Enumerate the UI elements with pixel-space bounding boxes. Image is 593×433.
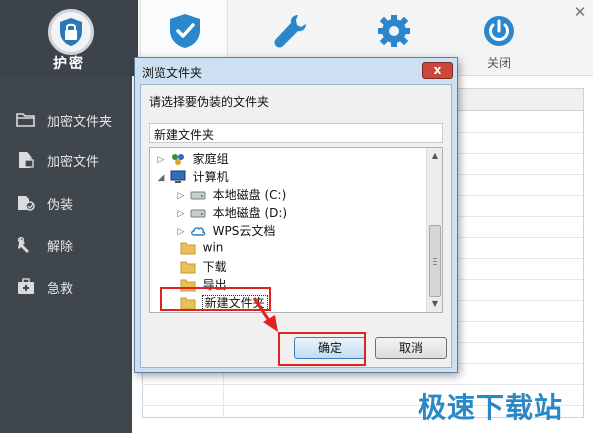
unlock-icon (16, 236, 36, 254)
highlight-ok-button (278, 332, 366, 366)
drive-icon (190, 188, 206, 202)
gear-icon (376, 12, 412, 53)
drive-icon (190, 206, 206, 220)
computer-icon (170, 170, 186, 184)
collapse-arrow-icon[interactable]: ◢ (156, 173, 166, 183)
scroll-up-arrow-icon[interactable]: ▲ (427, 148, 442, 164)
dialog-title: 浏览文件夹 (142, 66, 203, 80)
homegroup-icon (170, 152, 186, 166)
browse-folder-dialog: 浏览文件夹 x 请选择要伪装的文件夹 新建文件夹 ▷ 家庭组 ◢ 计算机 ▷ 本… (134, 57, 458, 373)
tree-item-label: 计算机 (192, 170, 229, 184)
dialog-prompt: 请选择要伪装的文件夹 (149, 95, 270, 109)
sidebar-item-label: 加密文件夹 (47, 115, 113, 130)
nav-close-label: 关闭 (486, 56, 511, 70)
tree-item-label: 本地磁盘 (D:) (212, 206, 288, 220)
tree-item-folder-win[interactable]: win (166, 240, 223, 258)
tree-item-label: WPS云文档 (212, 224, 276, 238)
sidebar-item-label: 急救 (47, 282, 74, 297)
scroll-down-arrow-icon[interactable]: ▼ (427, 296, 442, 312)
sidebar-item-label: 加密文件 (47, 155, 100, 170)
row-divider (143, 384, 583, 385)
tree-item-homegroup[interactable]: ▷ 家庭组 (156, 150, 229, 168)
tree-item-computer[interactable]: ◢ 计算机 (156, 168, 229, 186)
folder-icon (16, 111, 36, 129)
tree-item-label: 本地磁盘 (C:) (212, 188, 287, 202)
sidebar-item-label: 解除 (47, 240, 74, 255)
sidebar-item-first-aid[interactable]: 急救 (0, 267, 132, 307)
expand-arrow-icon[interactable]: ▷ (176, 209, 186, 219)
sidebar-item-label: 伪装 (47, 198, 74, 213)
tree-item-label: 家庭组 (192, 152, 229, 166)
file-lock-icon (16, 151, 36, 169)
nav-close[interactable]: 关闭 (455, 0, 543, 76)
selected-folder-field[interactable]: 新建文件夹 (149, 123, 443, 143)
tree-item-drive-c[interactable]: ▷ 本地磁盘 (C:) (176, 186, 287, 204)
expand-arrow-icon[interactable]: ▷ (176, 191, 186, 201)
annotation-arrow-icon (252, 297, 278, 332)
expand-arrow-icon[interactable]: ▷ (176, 227, 186, 237)
tree-item-wps-cloud[interactable]: ▷ WPS云文档 (176, 222, 276, 240)
dialog-close-button[interactable]: x (422, 62, 453, 79)
sidebar-item-encrypt-file[interactable]: 加密文件 (0, 140, 132, 180)
dialog-body: 请选择要伪装的文件夹 新建文件夹 ▷ 家庭组 ◢ 计算机 ▷ 本地磁盘 (C:)… (140, 84, 452, 368)
scroll-grip-line (433, 261, 437, 262)
sidebar-item-unlock[interactable]: 解除 (0, 225, 132, 265)
window-close-button[interactable]: ✕ (572, 4, 588, 20)
sidebar: 加密文件夹 加密文件 伪装 解除 急救 (0, 76, 132, 433)
tree-scrollbar[interactable]: ▲ ▼ (426, 148, 442, 312)
folder-icon (180, 260, 196, 274)
folder-icon (180, 241, 196, 255)
scroll-grip-line (433, 258, 437, 259)
scroll-grip-line (433, 264, 437, 265)
power-icon (481, 12, 517, 53)
cloud-icon (190, 224, 206, 238)
watermark-text: 极速下载站 (418, 391, 564, 424)
tree-item-folder-download[interactable]: 下载 (166, 258, 227, 276)
first-aid-icon (16, 278, 36, 296)
scrollbar-thumb[interactable] (429, 225, 441, 297)
tree-item-label: win (202, 240, 224, 255)
tree-item-label: 下载 (202, 260, 227, 274)
disguise-icon (16, 194, 36, 212)
shield-icon (167, 12, 203, 53)
app-logo-label: 护密 (53, 56, 85, 72)
tree-item-drive-d[interactable]: ▷ 本地磁盘 (D:) (176, 204, 288, 222)
expand-arrow-icon[interactable]: ▷ (156, 155, 166, 165)
sidebar-item-disguise[interactable]: 伪装 (0, 183, 132, 223)
lock-shield-logo-icon (48, 9, 94, 55)
sidebar-item-encrypt-folder[interactable]: 加密文件夹 (0, 100, 132, 140)
wrench-icon (271, 12, 307, 53)
app-logo-tile: 护密 (0, 0, 138, 76)
cancel-button[interactable]: 取消 (375, 337, 447, 359)
